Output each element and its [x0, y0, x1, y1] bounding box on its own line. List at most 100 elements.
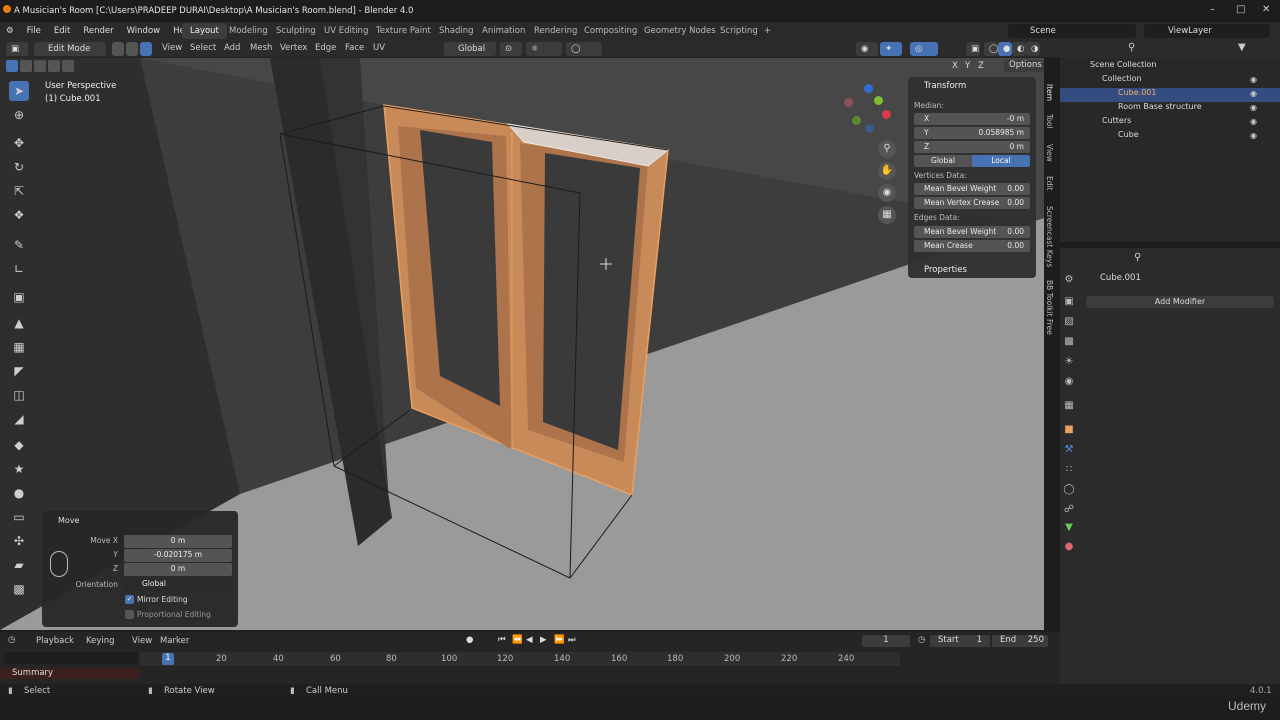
orientation-selector[interactable]: Global	[444, 42, 496, 56]
gizmo-negz-axis[interactable]	[865, 124, 874, 133]
maximize-icon[interactable]: □	[1236, 4, 1245, 15]
mode-selector[interactable]: Edit Mode	[34, 42, 106, 56]
snap-icon[interactable]: ⚛	[526, 42, 562, 56]
header-vertex[interactable]: Vertex	[280, 43, 307, 53]
end-frame-field[interactable]: End 250	[992, 635, 1048, 647]
poly-build-tool[interactable]: ◆	[9, 435, 29, 455]
filter-icon[interactable]: ▼	[1238, 42, 1246, 53]
header-select[interactable]: Select	[190, 43, 216, 53]
menu-edit[interactable]: Edit	[54, 26, 70, 36]
select-extend-icon[interactable]	[20, 60, 32, 72]
move-tool[interactable]: ✥	[9, 133, 29, 153]
face-select-button[interactable]	[140, 42, 152, 56]
output-props-icon[interactable]: ▨	[1062, 316, 1076, 330]
sidebar-tab-tool[interactable]: Tool	[1042, 114, 1054, 129]
outliner-row-cube[interactable]: Cube	[1060, 130, 1280, 144]
visibility-eye-icon[interactable]: ◉	[1250, 75, 1257, 84]
add-workspace-icon[interactable]: +	[756, 23, 779, 39]
pivot-icon[interactable]: ⊙	[500, 42, 522, 56]
material-props-icon[interactable]: ●	[1062, 541, 1076, 555]
select-invert-icon[interactable]	[48, 60, 60, 72]
knife-tool[interactable]: ◢	[9, 409, 29, 429]
timeline-view-menu[interactable]: View	[132, 636, 152, 646]
sidebar-tab-screencast-keys[interactable]: Screencast Keys	[1042, 206, 1054, 267]
outliner-row-collection[interactable]: Collection	[1060, 74, 1280, 88]
tab-geometry-nodes[interactable]: Geometry Nodes	[636, 23, 724, 39]
outliner-row-cutters[interactable]: Cutters	[1060, 116, 1280, 130]
sidebar-tab-item[interactable]: Item	[1042, 84, 1054, 101]
overlay-icon[interactable]: ◎	[910, 42, 938, 56]
close-icon[interactable]: ✕	[1262, 4, 1270, 15]
orientation-dropdown[interactable]: Global	[124, 578, 232, 591]
minimize-icon[interactable]: –	[1210, 4, 1215, 15]
add-cube-tool[interactable]: ▣	[9, 287, 29, 307]
view-layer-props-icon[interactable]: ▩	[1062, 336, 1076, 350]
edge-select-button[interactable]	[126, 42, 138, 56]
gizmo-x-axis[interactable]	[882, 110, 891, 119]
visibility-eye-icon[interactable]: ◉	[1250, 117, 1257, 126]
menu-file[interactable]: File	[27, 26, 41, 36]
visibility-eye-icon[interactable]: ◉	[1250, 131, 1257, 140]
vertex-select-button[interactable]	[112, 42, 124, 56]
timeline-marker-menu[interactable]: Marker	[160, 636, 189, 646]
mean-bevel-weight-field[interactable]: Mean Bevel Weight 0.00	[914, 183, 1030, 195]
editor-type-button[interactable]: ▣	[6, 42, 28, 56]
bevel-tool[interactable]: ◤	[9, 361, 29, 381]
smooth-tool[interactable]: ●	[9, 483, 29, 503]
collection-props-icon[interactable]: ▦	[1062, 400, 1076, 414]
stopwatch-icon[interactable]: ◷	[918, 635, 925, 645]
proportional-editing-checkbox[interactable]	[125, 610, 134, 619]
camera-icon[interactable]: ◉	[878, 184, 896, 202]
proportional-icon[interactable]: ◯	[566, 42, 602, 56]
blender-menu-icon[interactable]: ⚙	[6, 26, 14, 36]
loop-cut-tool[interactable]: ◫	[9, 385, 29, 405]
select-box-tool[interactable]: ➤	[9, 81, 29, 101]
physics-props-icon[interactable]: ◯	[1062, 484, 1076, 498]
inset-tool[interactable]: ▦	[9, 337, 29, 357]
transform-header[interactable]: Transform	[924, 81, 966, 91]
tab-compositing[interactable]: Compositing	[576, 23, 645, 39]
shrink-tool[interactable]: ✣	[9, 531, 29, 551]
extrude-tool[interactable]: ▲	[9, 313, 29, 333]
shear-tool[interactable]: ▰	[9, 555, 29, 575]
gizmo-negy-axis[interactable]	[852, 116, 861, 125]
timeline-search-field[interactable]	[4, 652, 138, 664]
outliner-row-scene-collection[interactable]: Scene Collection	[1060, 60, 1280, 74]
jump-keyframe-fwd-icon[interactable]: ⏩	[554, 635, 565, 645]
move-x-field[interactable]: 0 m	[124, 535, 232, 548]
median-z-field[interactable]: Z0 m	[914, 141, 1030, 153]
data-props-icon[interactable]: ▼	[1062, 522, 1076, 536]
mean-crease-field[interactable]: Mean Crease 0.00	[914, 240, 1030, 252]
solid-shading-icon[interactable]: ●	[998, 42, 1012, 56]
jump-start-icon[interactable]: ⏮	[498, 635, 506, 645]
move-z-field[interactable]: 0 m	[124, 563, 232, 576]
axis-x-toggle[interactable]: X	[952, 61, 958, 71]
add-modifier-button[interactable]: Add Modifier	[1086, 296, 1274, 308]
props-search-icon[interactable]: ⚲	[1134, 252, 1141, 263]
gizmo-negx-axis[interactable]	[844, 98, 853, 107]
zoom-icon[interactable]: ⚲	[878, 140, 896, 158]
global-toggle[interactable]: Global	[914, 155, 972, 167]
scale-tool[interactable]: ⇱	[9, 181, 29, 201]
gizmo-z-axis[interactable]	[864, 84, 873, 93]
tab-texture-paint[interactable]: Texture Paint	[368, 23, 439, 39]
jump-keyframe-back-icon[interactable]: ⏪	[512, 635, 523, 645]
grid-icon[interactable]: ▦	[878, 206, 896, 224]
header-mesh[interactable]: Mesh	[250, 43, 272, 53]
outliner-row-room-base[interactable]: Room Base structure	[1060, 102, 1280, 116]
modifier-props-icon[interactable]: ⚒	[1062, 444, 1076, 458]
record-icon[interactable]: ●	[466, 635, 473, 645]
material-shading-icon[interactable]: ◐	[1012, 42, 1026, 56]
local-toggle[interactable]: Local	[972, 155, 1030, 167]
edge-slide-tool[interactable]: ▭	[9, 507, 29, 527]
sidebar-tab-view[interactable]: View	[1042, 144, 1054, 162]
header-add[interactable]: Add	[224, 43, 240, 53]
annotate-tool[interactable]: ✎	[9, 235, 29, 255]
gizmo-icon[interactable]: ✦	[880, 42, 902, 56]
select-intersect-icon[interactable]	[62, 60, 74, 72]
play-reverse-icon[interactable]: ◀	[526, 635, 533, 645]
options-button[interactable]: Options	[1004, 60, 1044, 72]
properties-subpanel-header[interactable]: Properties	[924, 265, 967, 275]
axis-y-toggle[interactable]: Y	[965, 61, 970, 71]
rip-tool[interactable]: ▩	[9, 579, 29, 599]
